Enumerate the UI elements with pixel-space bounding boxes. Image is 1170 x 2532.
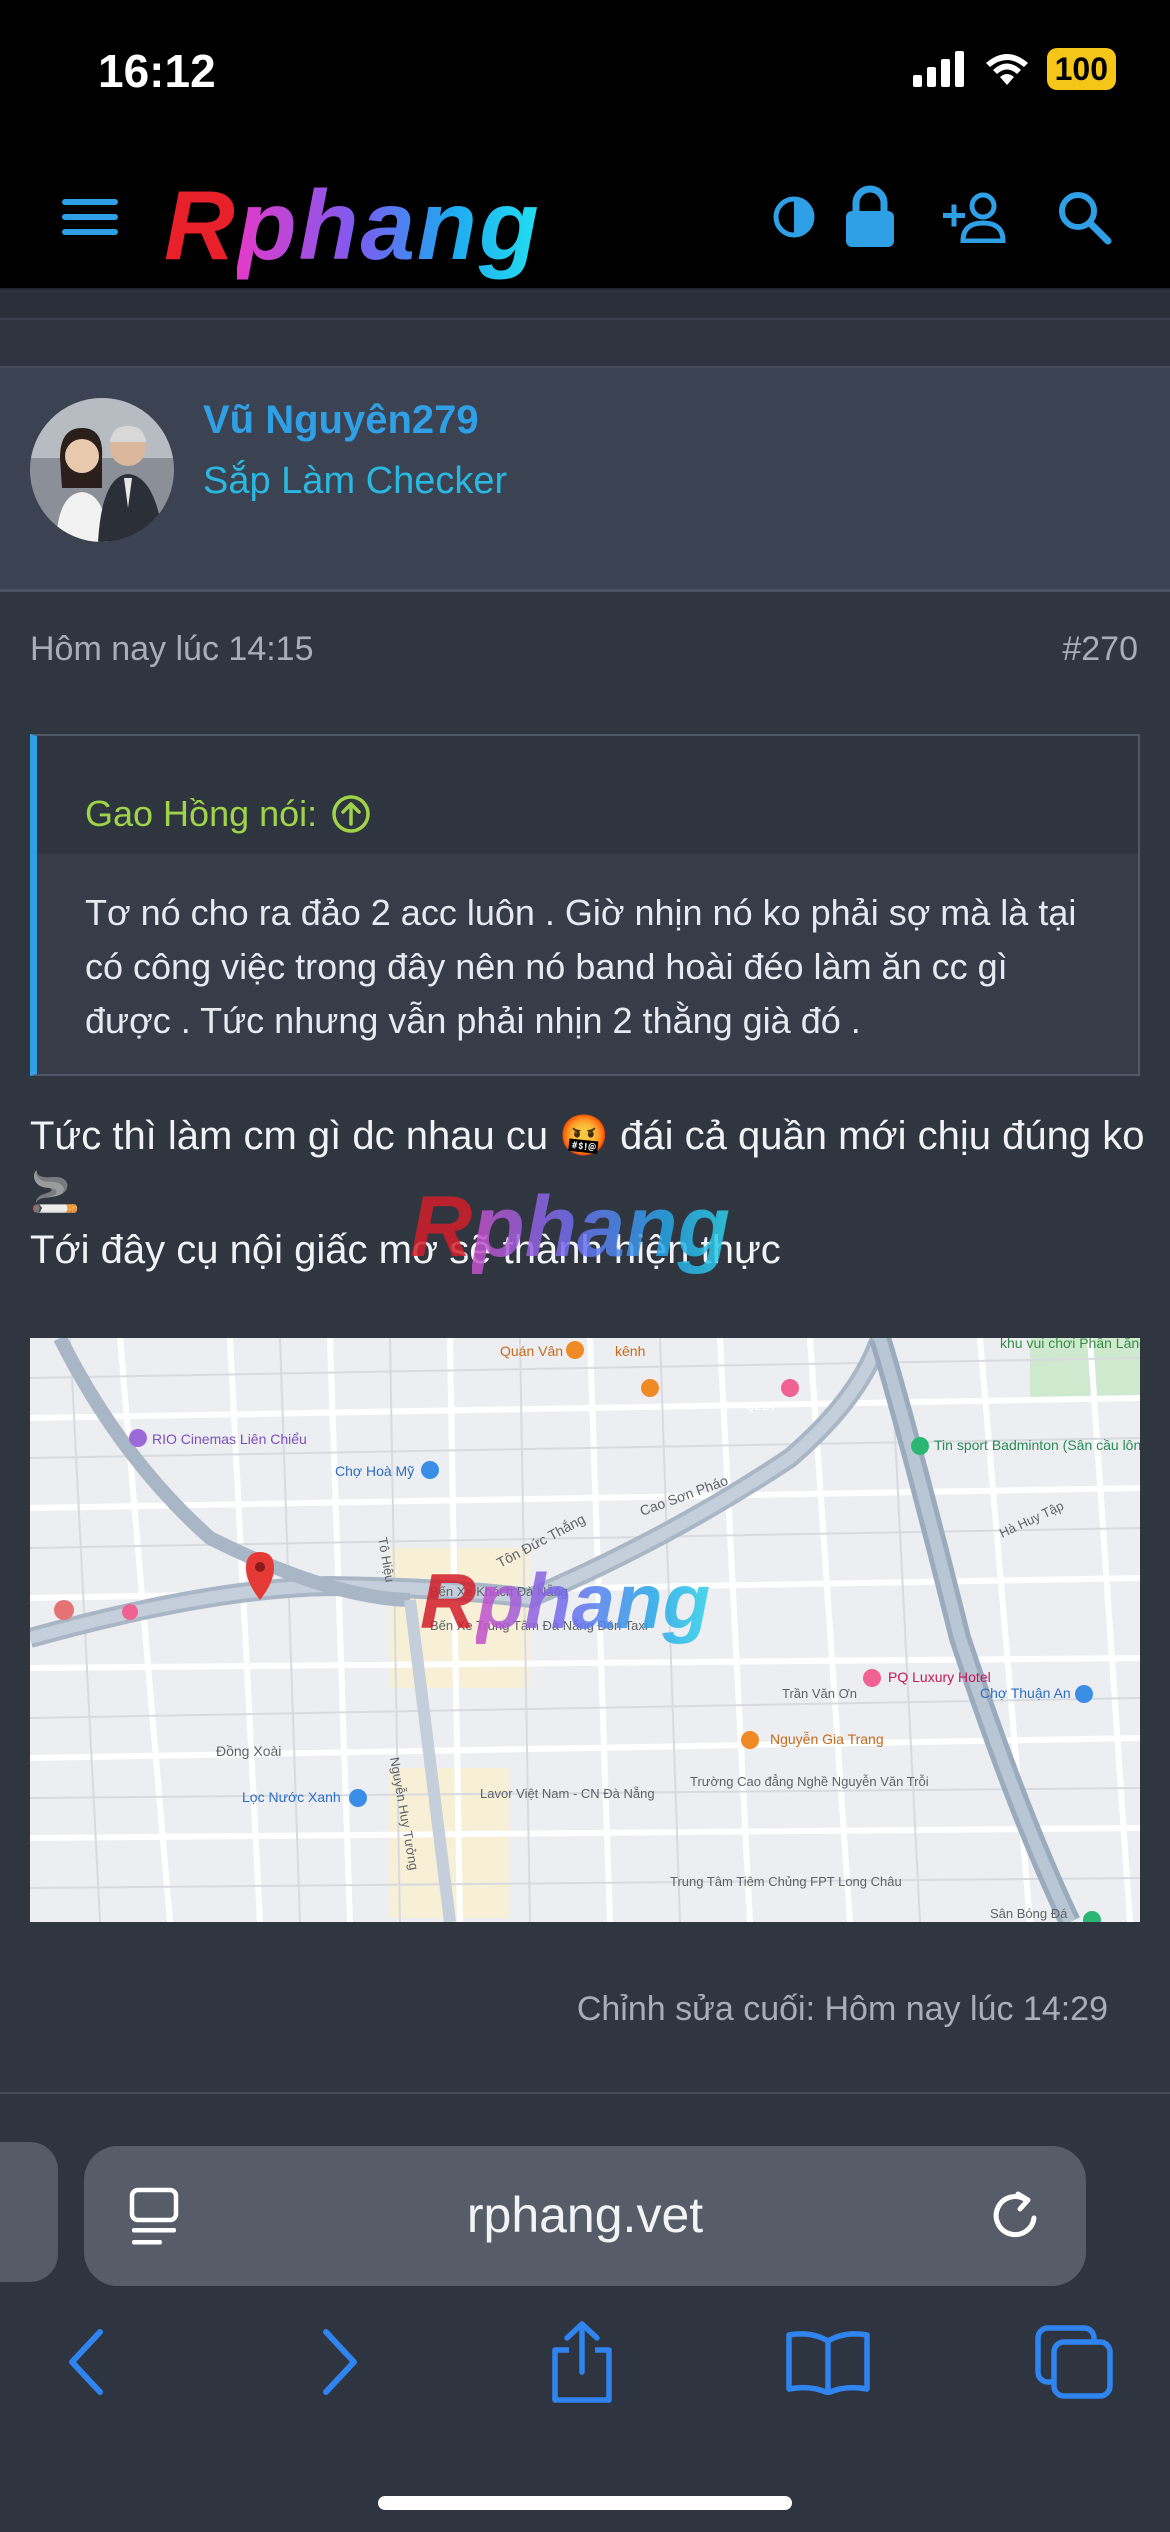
browser-toolbar: rphang.vet [0, 2092, 1170, 2532]
wifi-icon [985, 54, 1028, 85]
svg-text:Trần Văn Ơn: Trần Văn Ơn [782, 1686, 857, 1701]
username-link[interactable]: Vũ Nguyên279 [203, 398, 479, 443]
svg-text:Sân Bóng Đá: Sân Bóng Đá [990, 1906, 1068, 1921]
home-indicator[interactable] [378, 2496, 792, 2510]
svg-text:Trung Tâm Tiêm Chủng FPT Long: Trung Tâm Tiêm Chủng FPT Long Châu [670, 1874, 902, 1889]
register-button[interactable] [938, 179, 1014, 255]
status-bar: 16:12 100 [0, 0, 1170, 145]
cellular-signal-icon [912, 51, 964, 87]
share-icon [552, 2321, 612, 2403]
back-button[interactable] [38, 2314, 134, 2410]
post-user-block: Vũ Nguyên279 Sắp Làm Checker [0, 368, 1170, 592]
reload-button[interactable] [984, 2184, 1048, 2248]
chevron-left-icon [69, 2329, 103, 2395]
chevron-right-icon [323, 2329, 357, 2395]
svg-text:Lọc Nước Xanh: Lọc Nước Xanh [242, 1789, 341, 1805]
svg-text:kênh: kênh [615, 1343, 645, 1359]
svg-text:PQ Luxury Hotel: PQ Luxury Hotel [888, 1669, 991, 1685]
tabs-button[interactable] [1026, 2314, 1122, 2410]
svg-text:Đồng Xoài: Đồng Xoài [216, 1743, 281, 1759]
header-divider [0, 292, 1170, 320]
svg-text:Tin sport Badminton (Sân cầu l: Tin sport Badminton (Sân cầu lông) [934, 1437, 1140, 1453]
quote-text: Tơ nó cho ra đảo 2 acc luôn . Giờ nhịn n… [85, 892, 1077, 1041]
jump-to-quote-icon[interactable] [331, 794, 371, 834]
last-edited-note: Chỉnh sửa cuối: Hôm nay lúc 14:29 [576, 1990, 1108, 2028]
user-title: Sắp Làm Checker [203, 460, 508, 502]
watermark-logo: Rphang [410, 1179, 731, 1275]
bookmarks-button[interactable] [780, 2314, 876, 2410]
svg-text:Lavor Việt Nam - CN Đà Nẵng: Lavor Việt Nam - CN Đà Nẵng [480, 1786, 655, 1801]
contrast-icon [773, 196, 815, 238]
lock-icon [846, 185, 894, 247]
reload-icon [993, 2191, 1037, 2238]
quote-block: Gao Hồng nói: Tơ nó cho ra đảo 2 acc luô… [30, 734, 1140, 1076]
forward-button[interactable] [292, 2314, 388, 2410]
svg-text:Chợ Hoà Mỹ: Chợ Hoà Mỹ [335, 1463, 414, 1479]
post-date-link[interactable]: Hôm nay lúc 14:15 [30, 630, 314, 669]
search-button[interactable] [1046, 179, 1122, 255]
previous-tab-preview[interactable] [0, 2142, 58, 2282]
map-label: Quán Vân [500, 1343, 563, 1359]
svg-text:Nguyễn Gia Trang: Nguyễn Gia Trang [770, 1731, 884, 1747]
post-number-link[interactable]: #270 [1062, 630, 1138, 669]
svg-text:Trường Cao đẳng Nghề Nguyễn Vă: Trường Cao đẳng Nghề Nguyễn Văn Trỗi [690, 1774, 929, 1789]
map-watermark: Rphang [420, 1557, 711, 1645]
quote-header[interactable]: Gao Hồng nói: [37, 736, 1138, 854]
menu-button[interactable] [52, 179, 128, 255]
forum-post: Vũ Nguyên279 Sắp Làm Checker Hôm nay lúc… [0, 366, 1170, 2092]
avatar[interactable] [30, 398, 174, 542]
site-header: Rphang [0, 145, 1170, 290]
status-time: 16:12 [98, 45, 216, 97]
theme-toggle-button[interactable] [756, 179, 832, 255]
url-text[interactable]: rphang.vet [84, 2186, 1086, 2244]
hamburger-icon [62, 199, 118, 235]
book-icon [786, 2331, 870, 2395]
map-image[interactable]: Quán Vân kênh khu vui chơi Phần Lăng RIO… [30, 1338, 1140, 1922]
svg-text:khu vui chơi Phần Lăng: khu vui chơi Phần Lăng [1000, 1338, 1140, 1351]
quote-author[interactable]: Gao Hồng nói: [85, 793, 317, 835]
share-button[interactable] [534, 2314, 630, 2410]
site-logo[interactable]: Rphang [164, 169, 541, 282]
status-icons: 100 [912, 48, 1116, 90]
svg-text:Chợ Thuận An: Chợ Thuận An [980, 1685, 1071, 1701]
login-button[interactable] [832, 179, 908, 255]
svg-text:QL1A: QL1A [746, 1401, 775, 1413]
address-bar[interactable]: rphang.vet [84, 2146, 1086, 2286]
battery-indicator: 100 [1046, 48, 1116, 90]
search-icon [1059, 192, 1112, 245]
add-user-icon [943, 192, 1006, 243]
svg-text:RIO Cinemas Liên Chiểu: RIO Cinemas Liên Chiểu [152, 1431, 307, 1447]
tabs-icon [1035, 2325, 1113, 2399]
